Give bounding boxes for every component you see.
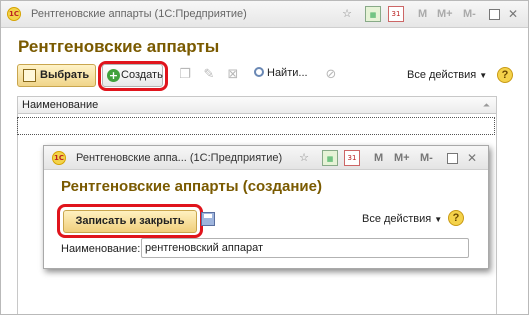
delete-mark-icon[interactable]: ⊠ bbox=[225, 67, 241, 83]
cancel-search-icon[interactable]: ⊘ bbox=[323, 67, 339, 83]
create-button-label: Создать bbox=[121, 69, 163, 81]
search-icon bbox=[254, 67, 264, 77]
outer-window-title: Рентгеновские аппарты (1С:Предприятие) bbox=[31, 8, 247, 20]
all-actions-menu[interactable]: Все действия ▼ bbox=[407, 69, 487, 81]
inner-titlebar: 1С Рентгеновские аппа... (1С:Предприятие… bbox=[44, 146, 488, 170]
find-button[interactable]: Найти... bbox=[254, 67, 308, 79]
list-header: Наименование ⏶ bbox=[17, 96, 497, 114]
name-input[interactable] bbox=[141, 238, 469, 258]
calendar-icon[interactable]: 31 bbox=[388, 6, 404, 22]
select-button-label: Выбрать bbox=[40, 69, 90, 81]
memory-m-button[interactable]: M bbox=[418, 8, 427, 20]
column-header-name[interactable]: Наименование bbox=[22, 99, 98, 111]
find-button-label: Найти... bbox=[267, 67, 308, 79]
calculator-icon[interactable]: ▦ bbox=[365, 6, 381, 22]
close-icon[interactable]: ✕ bbox=[508, 7, 518, 21]
sort-icon[interactable]: ⏶ bbox=[483, 100, 490, 111]
chevron-down-icon: ▼ bbox=[434, 215, 443, 224]
1c-logo-icon: 1С bbox=[7, 7, 21, 21]
help-icon[interactable]: ? bbox=[497, 67, 513, 83]
maximize-button[interactable] bbox=[489, 9, 500, 20]
all-actions-label: Все действия bbox=[362, 213, 432, 225]
chevron-down-icon: ▼ bbox=[479, 71, 488, 80]
memory-m-minus-button[interactable]: M- bbox=[463, 8, 476, 20]
favorite-star-icon[interactable]: ☆ bbox=[296, 150, 312, 166]
memory-m-plus-button[interactable]: M+ bbox=[437, 8, 453, 20]
all-actions-menu[interactable]: Все действия ▼ bbox=[362, 213, 442, 225]
select-button[interactable]: Выбрать bbox=[17, 64, 96, 87]
save-and-close-button[interactable]: Записать и закрыть bbox=[63, 210, 197, 233]
outer-titlebar: 1С Рентгеновские аппарты (1С:Предприятие… bbox=[1, 1, 528, 28]
copy-icon[interactable]: ❐ bbox=[177, 67, 193, 83]
all-actions-label: Все действия bbox=[407, 69, 477, 81]
select-icon bbox=[23, 69, 36, 82]
calendar-icon[interactable]: 31 bbox=[344, 150, 360, 166]
memory-m-minus-button[interactable]: M- bbox=[420, 152, 433, 164]
1c-logo-icon: 1С bbox=[52, 151, 66, 165]
save-floppy-icon[interactable] bbox=[201, 212, 215, 226]
outer-form-title: Рентгеновские аппарты bbox=[18, 37, 220, 56]
edit-pencil-icon[interactable]: ✎ bbox=[201, 67, 217, 83]
create-button[interactable]: + Создать bbox=[102, 64, 163, 87]
close-icon[interactable]: ✕ bbox=[467, 151, 477, 165]
maximize-button[interactable] bbox=[447, 153, 458, 164]
memory-m-button[interactable]: M bbox=[374, 152, 383, 164]
list-row-focus[interactable] bbox=[17, 117, 495, 135]
help-icon[interactable]: ? bbox=[448, 210, 464, 226]
name-field-label: Наименование: bbox=[61, 243, 141, 255]
inner-form-title: Рентгеновские аппарты (создание) bbox=[61, 178, 322, 195]
inner-window-title: Рентгеновские аппа... (1С:Предприятие) bbox=[76, 152, 283, 164]
inner-window: 1С Рентгеновские аппа... (1С:Предприятие… bbox=[43, 145, 489, 269]
plus-icon: + bbox=[107, 69, 120, 82]
memory-m-plus-button[interactable]: M+ bbox=[394, 152, 410, 164]
calculator-icon[interactable]: ▦ bbox=[322, 150, 338, 166]
favorite-star-icon[interactable]: ☆ bbox=[339, 6, 355, 22]
